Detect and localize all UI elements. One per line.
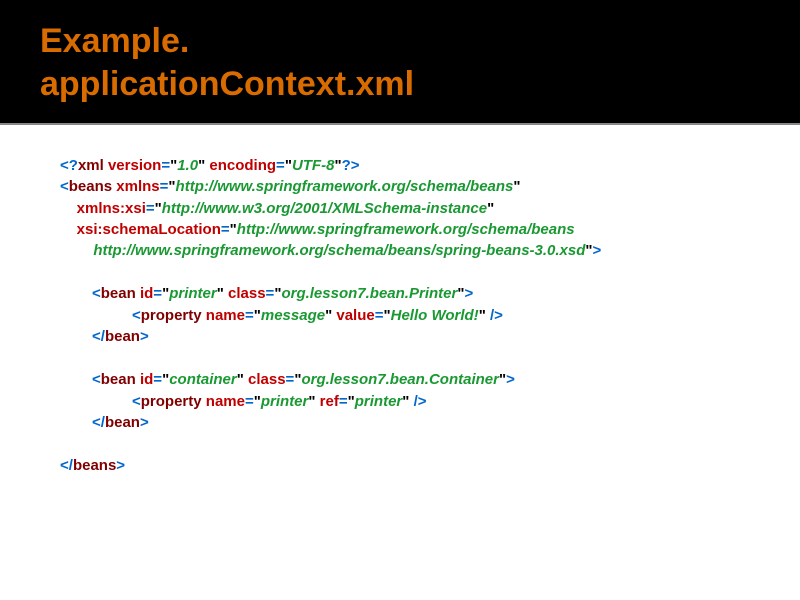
bean-printer-open: <bean id="printer" class="org.lesson7.be… [60,283,740,304]
slide-header: Example. applicationContext.xml [0,0,800,125]
beans-open-line4: http://www.springframework.org/schema/be… [60,240,740,261]
bean-container-property: <property name="printer" ref="printer" /… [60,391,740,412]
beans-close: </beans> [60,455,740,476]
xml-declaration: <?xml version="1.0" encoding="UTF-8"?> [60,155,740,176]
beans-open-line1: <beans xmlns="http://www.springframework… [60,176,740,197]
slide-title: Example. applicationContext.xml [40,20,760,105]
title-line-1: Example. [40,22,189,60]
bean-container-open: <bean id="container" class="org.lesson7.… [60,369,740,390]
title-line-2: applicationContext.xml [40,65,414,103]
beans-open-line3: xsi:schemaLocation="http://www.springfra… [60,219,740,240]
bean-container-close: </bean> [60,412,740,433]
bean-printer-close: </bean> [60,326,740,347]
bean-printer-property: <property name="message" value="Hello Wo… [60,305,740,326]
beans-open-line2: xmlns:xsi="http://www.w3.org/2001/XMLSch… [60,198,740,219]
code-block: <?xml version="1.0" encoding="UTF-8"?> <… [0,125,800,507]
